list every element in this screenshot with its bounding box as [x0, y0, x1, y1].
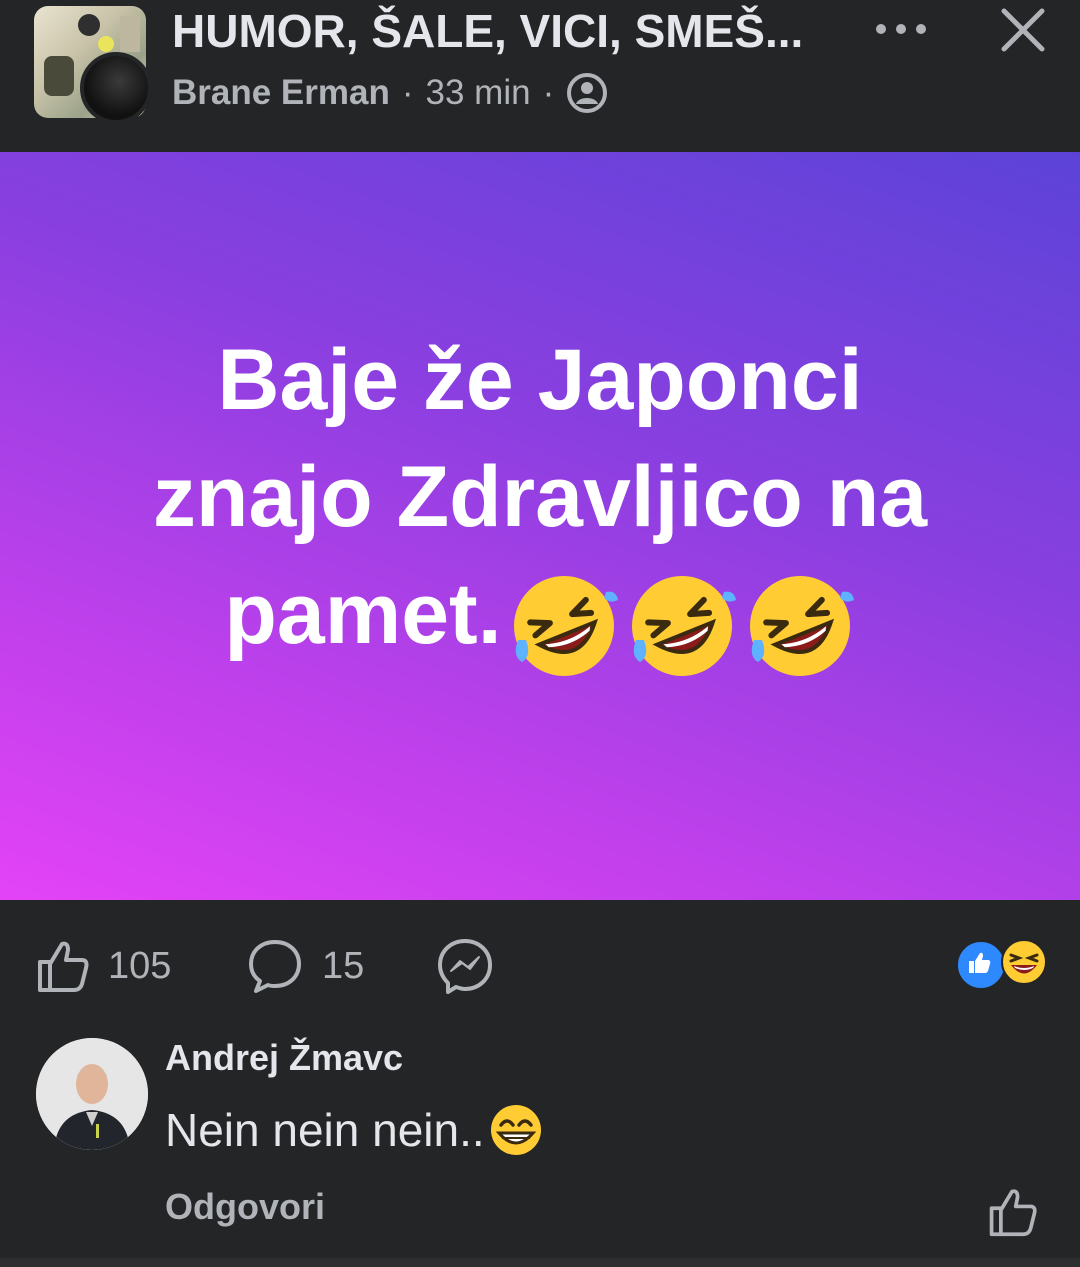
like-reaction-icon	[956, 940, 1006, 990]
like-icon	[38, 941, 89, 992]
more-options-button[interactable]	[868, 4, 934, 54]
like-button[interactable]: 105	[34, 934, 171, 998]
like-count: 105	[108, 944, 172, 987]
rofl-emoji-icon	[631, 576, 736, 677]
commenter-avatar[interactable]	[36, 1038, 148, 1150]
haha-reaction-icon	[1001, 939, 1047, 985]
comment-like-button[interactable]	[986, 1186, 1038, 1238]
post-header: HUMOR, ŠALE, VICI, SMEŠ... Brane Erman ·…	[0, 0, 1080, 152]
author-avatar[interactable]	[80, 52, 152, 124]
post-background[interactable]: Baje že Japonci znajo Zdravljico na pame…	[0, 152, 1080, 900]
more-icon	[876, 24, 926, 34]
commenter-name[interactable]: Andrej Žmavc	[165, 1036, 403, 1080]
comment-text: Nein nein nein..	[165, 1104, 485, 1156]
group-privacy-icon	[567, 73, 608, 113]
next-comment-edge	[0, 1258, 1080, 1267]
reaction-summary[interactable]	[956, 939, 1050, 990]
messenger-share-button[interactable]	[436, 934, 494, 998]
author-name[interactable]: Brane Erman	[172, 73, 390, 113]
close-button[interactable]	[990, 0, 1056, 60]
rofl-emoji-group	[502, 562, 856, 682]
comment-icon	[249, 940, 301, 993]
rofl-emoji-icon	[513, 576, 618, 677]
post-text-line: znajo Zdravljico na	[152, 448, 928, 545]
post-meta: Brane Erman · 33 min ·	[172, 70, 608, 116]
like-icon	[989, 1189, 1037, 1237]
post-text-line-last: pamet.	[100, 556, 980, 682]
post-text-line: Baje že Japonci	[217, 331, 863, 428]
post-text: Baje že Japonci znajo Zdravljico na pame…	[100, 322, 980, 682]
comment-text-row: Nein nein nein..	[165, 1100, 543, 1160]
post-time[interactable]: 33 min	[426, 73, 531, 113]
reply-button[interactable]: Odgovori	[165, 1184, 325, 1230]
rofl-emoji-icon	[749, 576, 854, 677]
meta-separator: ·	[401, 73, 414, 112]
post-text-line: pamet.	[224, 565, 502, 662]
comment-count: 15	[322, 944, 365, 987]
group-title[interactable]: HUMOR, ŠALE, VICI, SMEŠ...	[172, 4, 832, 58]
grinning-emoji-icon	[490, 1105, 541, 1155]
close-icon	[1001, 8, 1045, 52]
messenger-icon	[438, 939, 492, 994]
comment-button[interactable]: 15	[246, 934, 364, 998]
meta-separator: ·	[542, 73, 555, 112]
